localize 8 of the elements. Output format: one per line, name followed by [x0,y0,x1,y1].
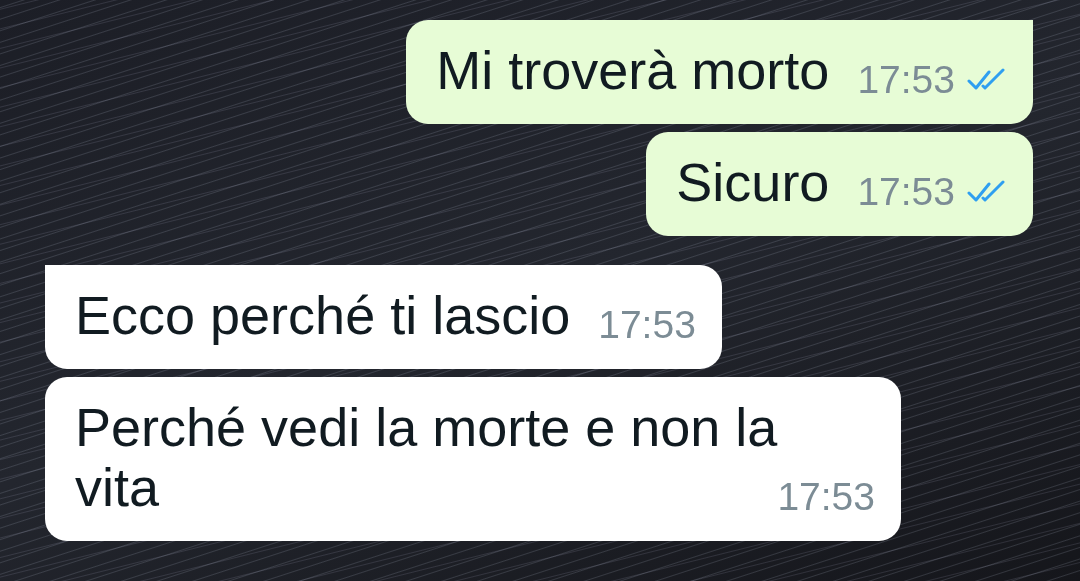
message-text: Perché vedi la morte e non la vita [75,397,778,517]
message-text: Sicuro [676,152,830,212]
message-text: Ecco perché ti lascio [75,285,571,345]
message-time: 17:53 [857,60,955,100]
message-time: 17:53 [777,477,875,517]
message-text: Mi troverà morto [436,40,830,100]
message-time: 17:53 [857,172,955,212]
message-time: 17:53 [598,305,696,345]
